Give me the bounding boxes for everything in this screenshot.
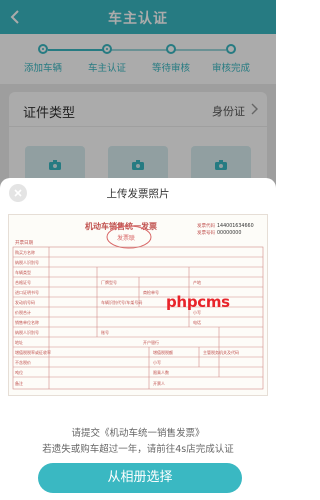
invoice-number-label: 发票号码 [197,229,215,236]
invoice-field: 销售单位名称 [15,319,39,325]
invoice-field: 吨位 [15,369,23,375]
invoice-field: 商检单号 [143,289,159,295]
invoice-field: 发动机号码 [15,299,35,305]
invoice-field: 限乘人数 [153,369,169,375]
invoice-field: 小写 [153,359,161,365]
invoice-code-label: 发票代码 [197,222,215,229]
invoice-field: 开户银行 [143,339,159,345]
choose-from-album-button[interactable]: 从相册选择 [38,463,242,493]
sheet-title: 上传发票照片 [106,188,170,200]
invoice-date-label: 开票日期 [15,240,33,246]
invoice-table-grid [12,246,264,390]
invoice-field: 厂牌型号 [101,279,117,285]
invoice-code-value: 144001634660 [217,223,254,229]
invoice-field: 备注 [15,380,23,386]
invoice-field: 地址 [15,339,23,345]
upload-invoice-sheet: 上传发票照片 机动车销售统一发票 发票代码 144001634660 发票号码 … [0,178,276,500]
invoice-number-value: 00000000 [217,230,241,236]
watermark-logo: phpcms [166,293,230,311]
invoice-field: 账号 [101,329,109,335]
invoice-field: 不含税价 [15,359,31,365]
invoice-title: 机动车销售统一发票 [85,221,157,231]
invoice-field: 纳税人识别号 [15,329,39,335]
invoice-field: 电话 [193,319,201,325]
invoice-stamp-text: 发票联 [117,234,135,242]
invoice-field: 购买方名称 [15,249,35,255]
invoice-field: 车辆识别代号/车架号码 [101,299,142,305]
invoice-field: 增值税税率或征收率 [15,349,51,355]
instruction-line-2: 若遗失或购车超过一年，请前往4s店完成认证 [42,444,234,455]
instruction-line-1: 请提交《机动车统一销售发票》 [71,428,205,439]
invoice-field: 增值税税额 [153,349,173,355]
invoice-field: 价税合计 [15,309,31,315]
invoice-field: 合格证号 [15,279,31,285]
invoice-field: 纳税人识别号 [15,259,39,265]
invoice-field: 产地 [193,279,201,285]
invoice-field: 车辆类型 [15,269,31,275]
invoice-field: 开票人 [153,380,165,386]
invoice-field: 主管税务机关及代码 [203,349,239,355]
invoice-field: 进口证明书号 [15,289,39,295]
